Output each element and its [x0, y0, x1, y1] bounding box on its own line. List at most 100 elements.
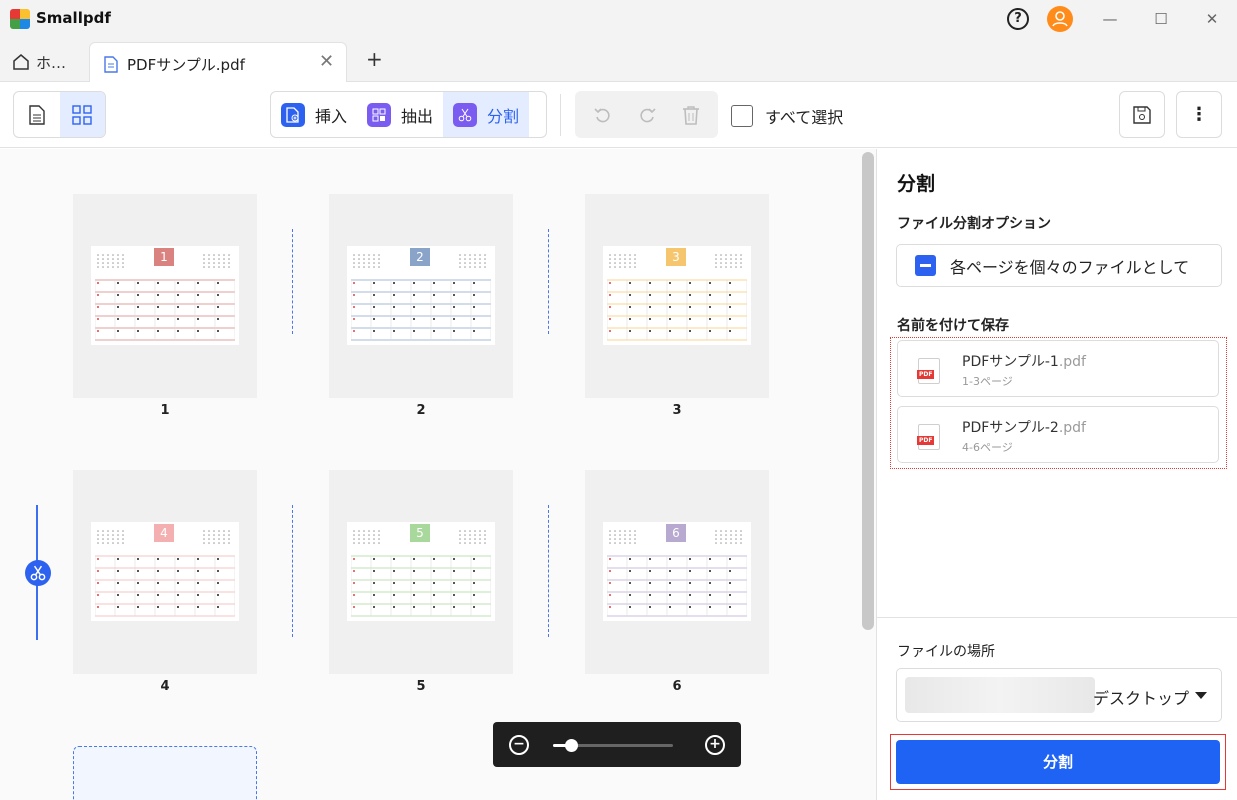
redo-icon[interactable]: [637, 105, 657, 125]
page-number-label: 6: [672, 679, 682, 694]
mini-calendar: [607, 252, 637, 270]
calendar-month-number: 3: [666, 248, 686, 266]
view-mode-group: [13, 91, 106, 138]
split-tool-button[interactable]: 分割: [443, 92, 530, 137]
new-tab-button[interactable]: +: [366, 47, 383, 71]
scissors-icon: [453, 102, 478, 127]
split-option-label: 各ページを個々のファイルとして: [950, 257, 1190, 277]
page-number-label: 1: [160, 403, 170, 418]
page-number-label: 3: [672, 403, 682, 418]
output-file-item[interactable]: PDF PDFサンプル-2.pdf 4-6ページ: [897, 406, 1219, 463]
mini-calendar: [457, 252, 487, 270]
location-dropdown[interactable]: デスクトップ: [896, 668, 1222, 722]
app-name: Smallpdf: [36, 9, 111, 27]
tab-home[interactable]: ホ…: [12, 50, 66, 74]
maximize-button[interactable]: ☐: [1146, 6, 1176, 32]
page-thumbnail[interactable]: 3: [585, 194, 769, 398]
grid-icon: [72, 104, 92, 125]
output-file-name[interactable]: PDFサンプル-1.pdf: [962, 351, 1086, 371]
select-all-checkbox[interactable]: [731, 105, 753, 127]
mini-calendar: [351, 528, 381, 546]
panel-title: 分割: [897, 173, 936, 195]
split-point-marker[interactable]: [548, 229, 549, 334]
save-icon: [1133, 105, 1151, 124]
location-heading: ファイルの場所: [897, 644, 995, 660]
page-thumbnail[interactable]: 6: [585, 470, 769, 674]
page-preview: 6: [603, 522, 751, 621]
calendar-grid: [94, 555, 236, 617]
pdf-file-icon: PDF: [917, 358, 940, 384]
user-avatar[interactable]: [1047, 6, 1073, 32]
calendar-grid: [606, 555, 748, 617]
output-file-range: 1-3ページ: [962, 375, 1013, 388]
calendar-month-number: 6: [666, 524, 686, 542]
page-preview: 2: [347, 246, 495, 345]
tab-close-button[interactable]: ✕: [319, 51, 334, 72]
insert-label: 挿入: [315, 106, 348, 126]
page-tools-group: 挿入 抽出 分割: [270, 91, 547, 138]
page-thumbnail[interactable]: 4: [73, 470, 257, 674]
panel-divider: [877, 617, 1237, 618]
save-as-heading: 名前を付けて保存: [897, 318, 1009, 334]
window-close-button[interactable]: ✕: [1197, 6, 1227, 32]
calendar-month-number: 5: [410, 524, 430, 542]
mini-calendar: [713, 528, 743, 546]
calendar-month-number: 4: [154, 524, 174, 542]
split-point-marker[interactable]: [548, 505, 549, 637]
output-file-name[interactable]: PDFサンプル-2.pdf: [962, 417, 1086, 437]
more-options-button[interactable]: ⋮: [1176, 91, 1222, 138]
page-thumbnail[interactable]: 1: [73, 194, 257, 398]
extract-button[interactable]: 抽出: [357, 92, 443, 137]
output-file-range: 4-6ページ: [962, 441, 1013, 454]
zoom-out-icon[interactable]: −: [509, 735, 529, 755]
split-button[interactable]: 分割: [896, 740, 1220, 784]
location-path-redacted: [905, 677, 1095, 713]
split-options-panel: 分割 ファイル分割オプション 各ページを個々のファイルとして 名前を付けて保存 …: [876, 149, 1237, 800]
split-scissors-icon[interactable]: [25, 560, 51, 586]
title-bar: Smallpdf ? — ☐ ✕: [0, 0, 1237, 38]
split-button-highlight: 分割: [890, 734, 1226, 790]
select-all-label: すべて選択: [765, 108, 844, 127]
page-preview: 4: [91, 522, 239, 621]
undo-icon[interactable]: [593, 105, 613, 125]
trash-icon[interactable]: [682, 105, 700, 125]
help-icon[interactable]: ?: [1007, 8, 1029, 30]
toolbar-divider: [560, 94, 561, 136]
zoom-slider[interactable]: [553, 739, 673, 752]
minimize-button[interactable]: —: [1095, 6, 1125, 32]
page-thumbnail[interactable]: 5: [329, 470, 513, 674]
split-option-each-page[interactable]: 各ページを個々のファイルとして: [896, 244, 1222, 287]
zoom-in-icon[interactable]: +: [705, 735, 725, 755]
insert-button[interactable]: 挿入: [271, 92, 357, 137]
canvas-scrollbar[interactable]: [862, 152, 874, 630]
mini-calendar: [457, 528, 487, 546]
history-group: [575, 91, 718, 138]
indeterminate-checkbox-icon[interactable]: [915, 255, 936, 276]
grid-view-button[interactable]: [59, 92, 105, 137]
page-thumbnail[interactable]: 2: [329, 194, 513, 398]
save-button[interactable]: [1119, 91, 1165, 138]
insert-icon: [281, 102, 305, 127]
chevron-down-icon: [1195, 692, 1207, 699]
extract-label: 抽出: [401, 106, 434, 126]
page-preview: 3: [603, 246, 751, 345]
zoom-control: − +: [493, 722, 741, 767]
split-option-heading: ファイル分割オプション: [897, 216, 1051, 232]
calendar-grid: [350, 279, 492, 341]
page-drop-zone[interactable]: [73, 746, 257, 800]
output-file-item[interactable]: PDF PDFサンプル-1.pdf 1-3ページ: [897, 340, 1219, 397]
mini-calendar: [95, 252, 125, 270]
single-page-view-button[interactable]: [14, 92, 60, 137]
tab-active-document[interactable]: PDFサンプル.pdf ✕: [89, 42, 347, 83]
page-number-label: 2: [416, 403, 426, 418]
page-preview: 1: [91, 246, 239, 345]
split-point-marker[interactable]: [292, 505, 293, 637]
toolbar: 挿入 抽出 分割 すべて選択 ⋮: [0, 82, 1237, 148]
home-icon: [13, 54, 29, 70]
mini-calendar: [351, 252, 381, 270]
zoom-slider-handle[interactable]: [565, 739, 578, 752]
select-all[interactable]: すべて選択: [731, 104, 843, 128]
smallpdf-logo-icon: [10, 9, 30, 29]
tab-home-label: ホ…: [36, 53, 67, 72]
split-point-marker[interactable]: [292, 229, 293, 334]
